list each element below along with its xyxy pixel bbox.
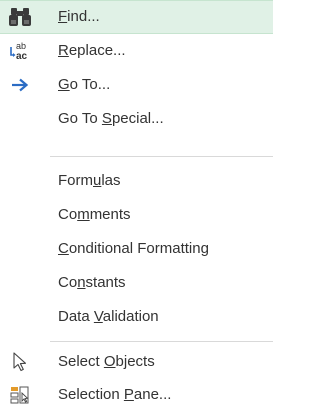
menu-item-label: Data Validation	[58, 308, 159, 325]
cursor-arrow-icon	[8, 350, 32, 374]
menu-item-label: Comments	[58, 206, 131, 223]
menu-item-label: Go To Special...	[58, 110, 164, 127]
menu-item-label: Conditional Formatting	[58, 240, 209, 257]
menu-item-find[interactable]: Find...	[0, 0, 273, 34]
selection-pane-icon	[8, 383, 32, 407]
menu-item-replace[interactable]: ab ac Replace...	[0, 34, 273, 68]
svg-text:ac: ac	[16, 51, 28, 62]
menu-item-label: Constants	[58, 274, 126, 291]
menu-item-constants[interactable]: Constants	[0, 266, 273, 300]
find-select-menu: Find... ab ac Replace... Go To... Go To …	[0, 0, 273, 412]
menu-item-label: Go To...	[58, 76, 111, 93]
menu-item-formulas[interactable]: Formulas	[0, 164, 273, 198]
svg-text:ab: ab	[16, 41, 26, 51]
menu-item-selection-pane[interactable]: Selection Pane...	[0, 378, 273, 412]
menu-item-data-validation[interactable]: Data Validation	[0, 300, 273, 334]
menu-item-label: Selection Pane...	[58, 386, 172, 403]
menu-separator	[50, 341, 273, 342]
menu-item-comments[interactable]: Comments	[0, 198, 273, 232]
menu-separator	[50, 156, 273, 157]
menu-item-label: Formulas	[58, 172, 121, 189]
replace-icon: ab ac	[8, 39, 32, 63]
menu-item-label: Select Objects	[58, 353, 155, 370]
menu-item-select-objects[interactable]: Select Objects	[0, 345, 273, 379]
binoculars-icon	[8, 5, 32, 29]
menu-item-label: Find...	[58, 8, 100, 25]
menu-item-label: Replace...	[58, 42, 126, 59]
menu-item-go-to[interactable]: Go To...	[0, 68, 273, 102]
arrow-right-icon	[8, 73, 32, 97]
menu-item-go-to-special[interactable]: Go To Special...	[0, 102, 273, 136]
menu-item-conditional-formatting[interactable]: Conditional Formatting	[0, 232, 273, 266]
